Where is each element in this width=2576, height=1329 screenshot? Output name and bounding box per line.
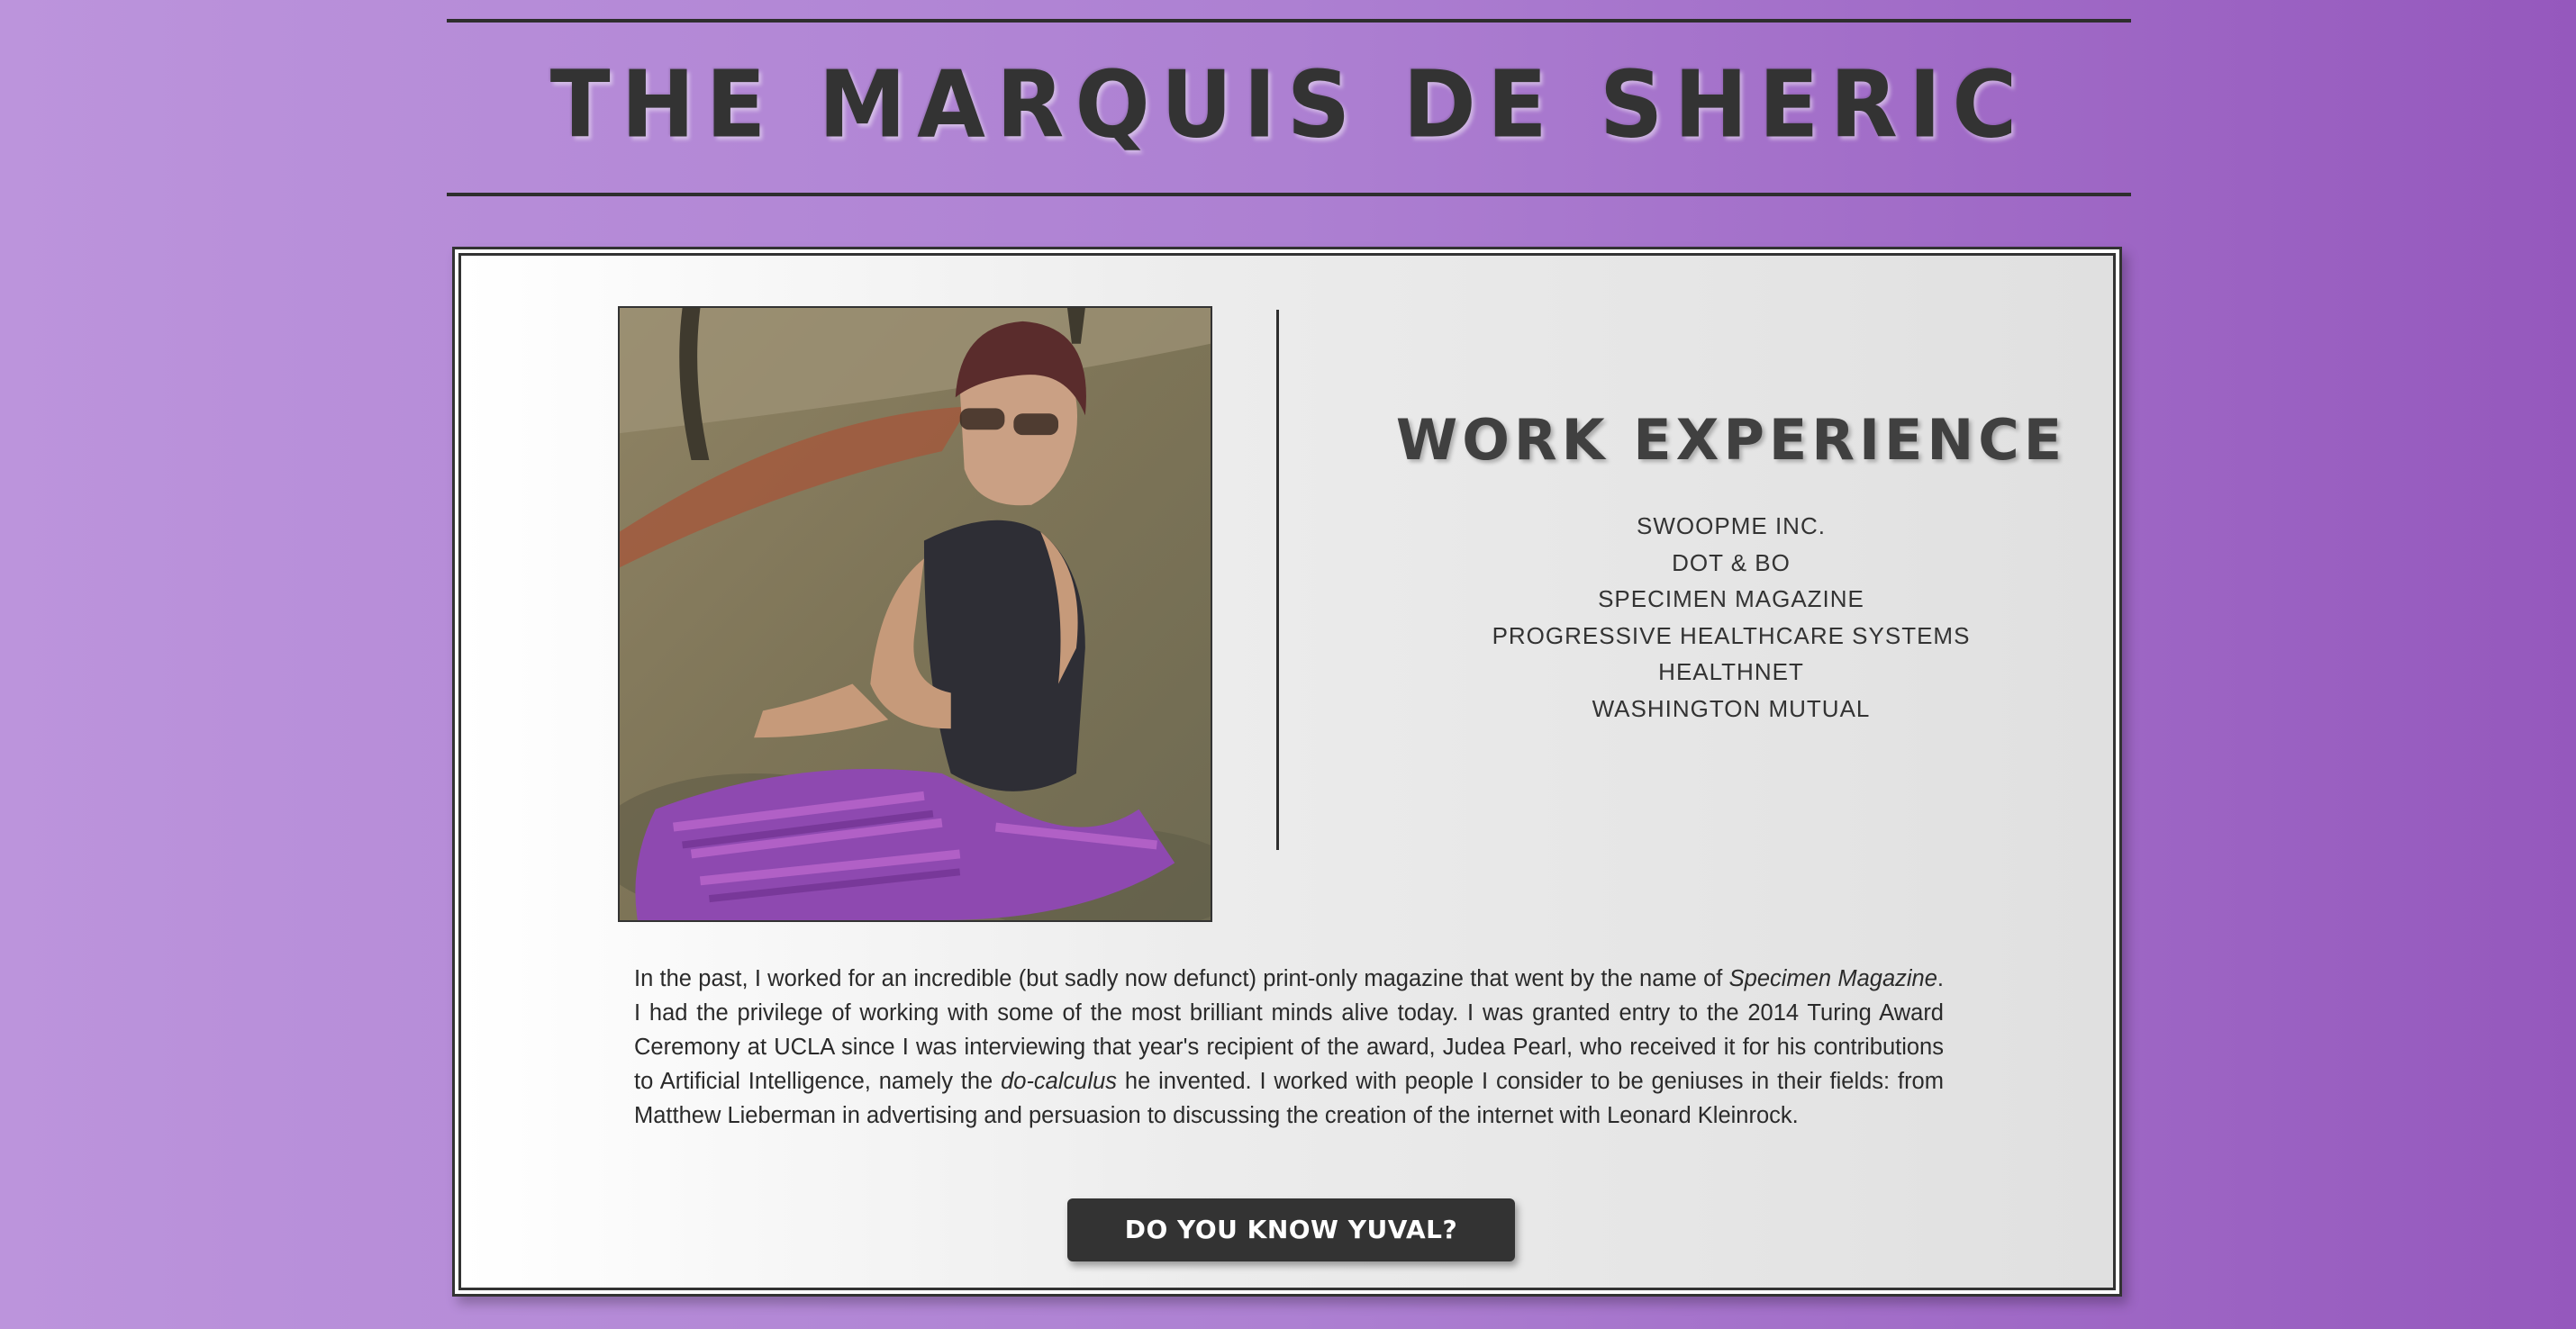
header-bottom-rule (447, 193, 2131, 196)
content-card-inner: WORK EXPERIENCE SWOOPME INC. DOT & BO SP… (458, 253, 2116, 1290)
header-top-rule (447, 19, 2131, 23)
work-item: SWOOPME INC. (1637, 512, 1826, 539)
work-item: WASHINGTON MUTUAL (1592, 694, 1871, 722)
do-you-know-yuval-button[interactable]: DO YOU KNOW YUVAL? (1067, 1198, 1515, 1261)
work-experience-heading: WORK EXPERIENCE (1395, 407, 2067, 473)
work-experience-list: SWOOPME INC. DOT & BO SPECIMEN MAGAZINE … (1362, 508, 2100, 727)
bio-text: In the past, I worked for an incredible … (634, 966, 1729, 991)
section-divider (1276, 310, 1279, 850)
content-card: WORK EXPERIENCE SWOOPME INC. DOT & BO SP… (452, 247, 2122, 1297)
bio-paragraph: In the past, I worked for an incredible … (634, 962, 1944, 1133)
bio-emphasis-do-calculus: do-calculus (1001, 1069, 1118, 1094)
work-item: DOT & BO (1672, 548, 1791, 576)
profile-photo (618, 306, 1212, 922)
work-item: PROGRESSIVE HEALTHCARE SYSTEMS (1492, 621, 1971, 649)
bio-emphasis-magazine: Specimen Magazine (1728, 966, 1937, 991)
work-experience-section: WORK EXPERIENCE SWOOPME INC. DOT & BO SP… (1362, 400, 2100, 727)
site-title: THE MARQUIS DE SHERIC (549, 51, 2028, 159)
work-item: HEALTHNET (1658, 658, 1804, 685)
work-item: SPECIMEN MAGAZINE (1598, 585, 1864, 612)
